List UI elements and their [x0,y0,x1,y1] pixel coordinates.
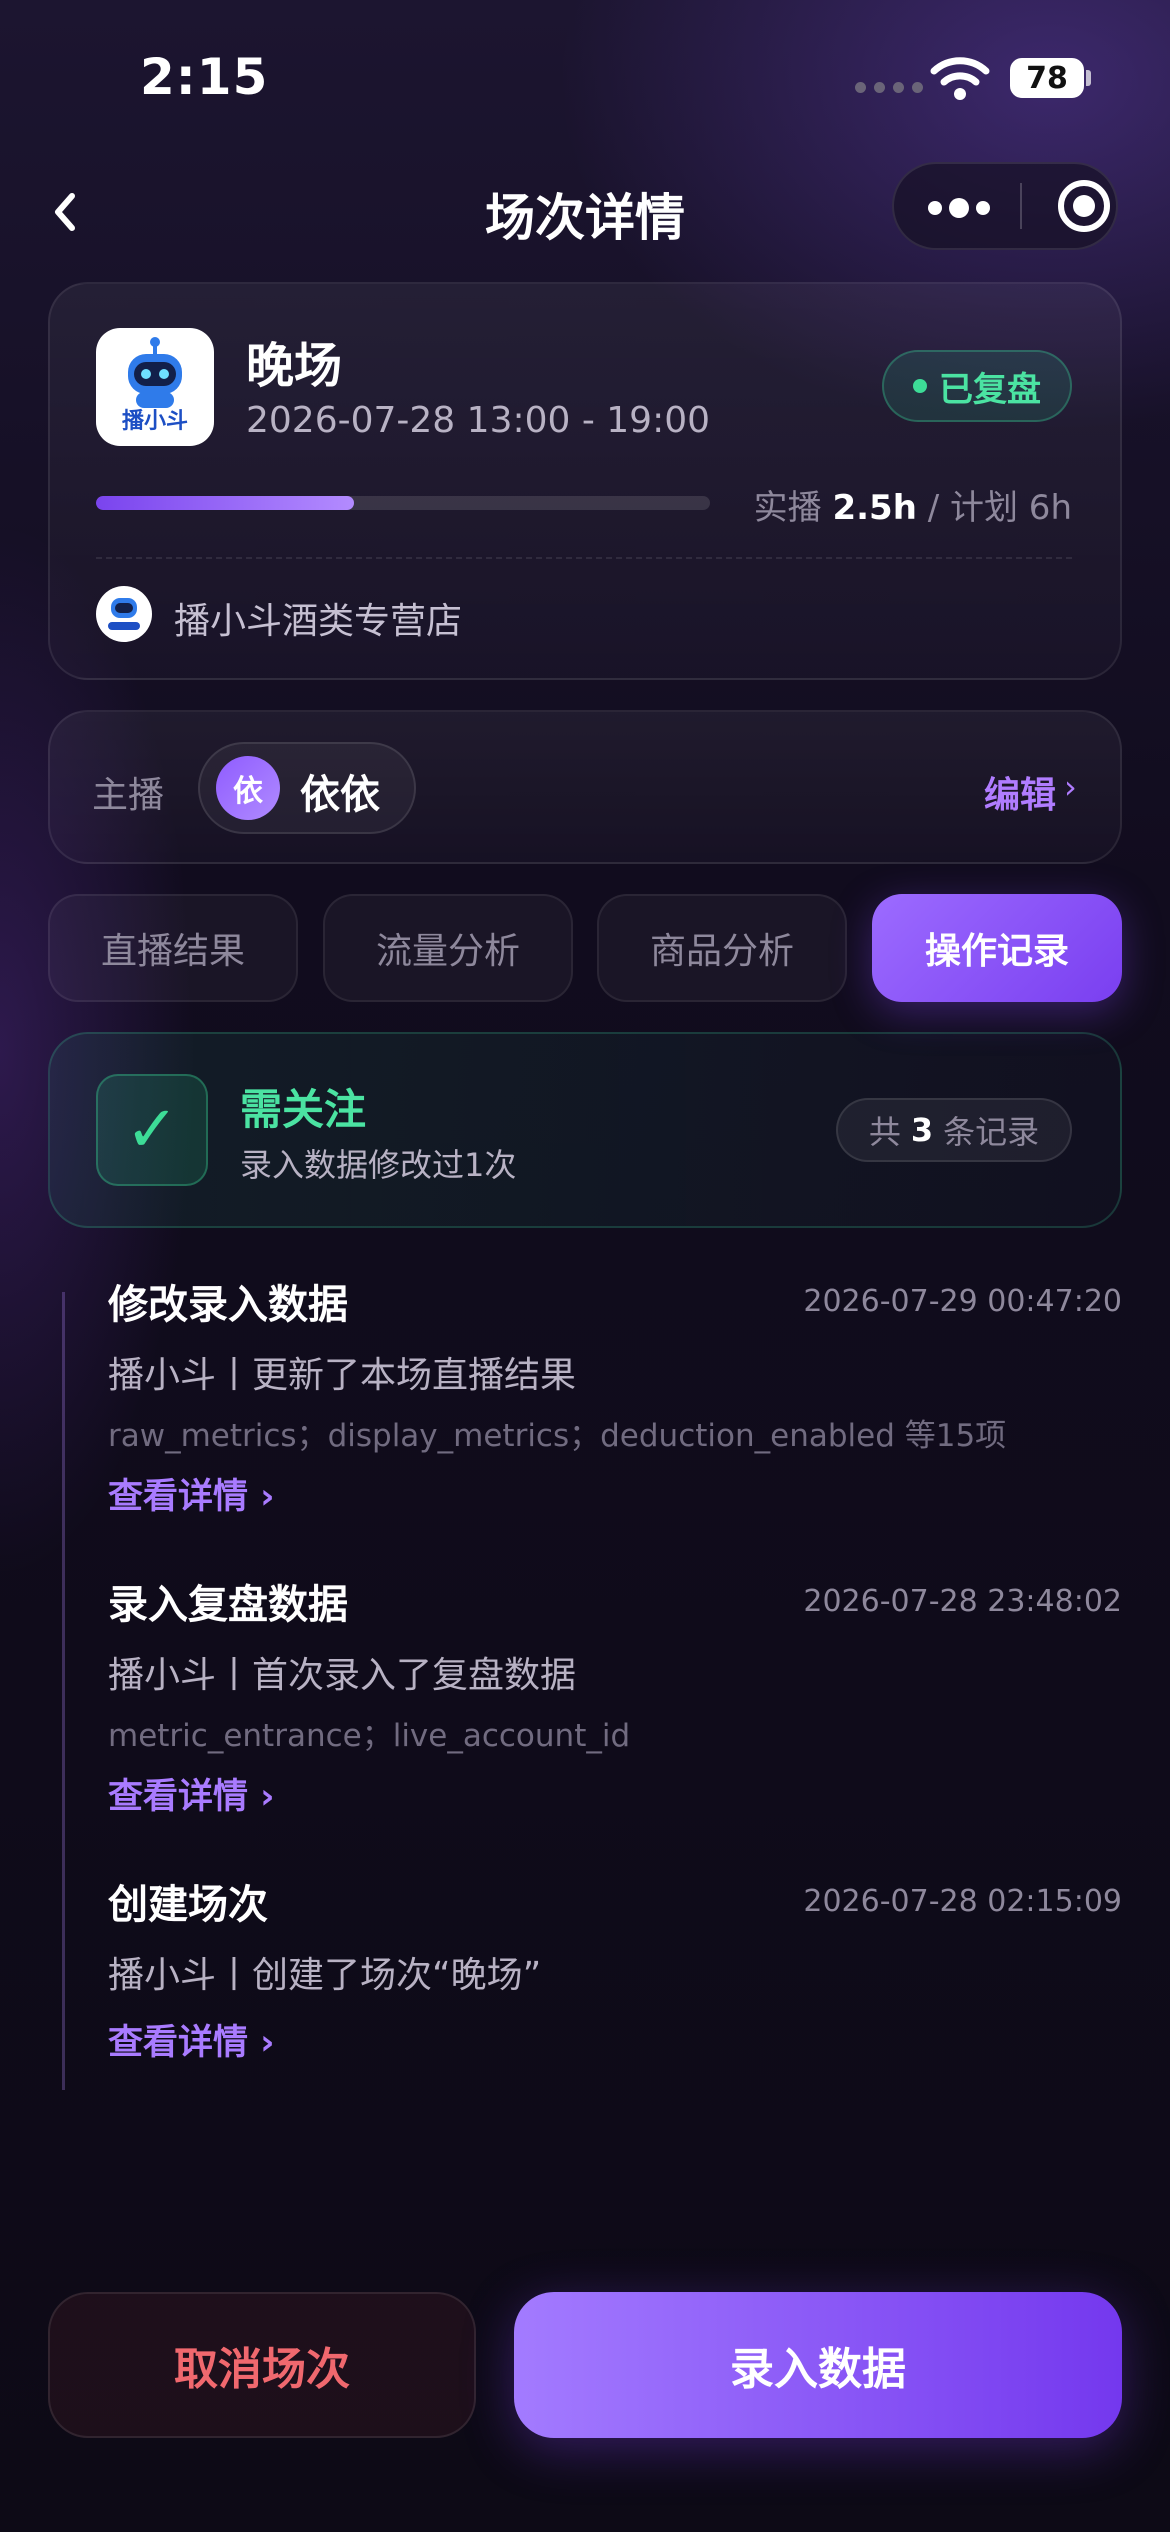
record-fields: metric_entrance；live_account_id [108,1718,631,1754]
svg-text:播小斗: 播小斗 [122,409,188,434]
shop-logo-icon [108,598,140,630]
close-miniprogram-icon[interactable] [1058,180,1110,232]
tab-operation-log[interactable]: 操作记录 [872,894,1122,1002]
view-details-link[interactable]: 查看详情 › [108,1768,275,1819]
record-count-badge: 共 3 条记录 [836,1098,1072,1162]
notice-title: 需关注 [240,1085,367,1134]
duration-divider: / [927,488,940,528]
plan-duration: 计划 6h [950,488,1072,528]
robot-logo-icon: 播小斗 [122,337,188,434]
record-title: 录入复盘数据 [108,1582,348,1628]
status-badge-label: 已复盘 [939,369,1041,410]
tab-traffic-analysis[interactable]: 流量分析 [323,894,573,1002]
record-fields: raw_metrics；display_metrics；deduction_en… [108,1418,1007,1454]
host-avatar: 依 [216,756,280,820]
record-title: 修改录入数据 [108,1282,348,1328]
timeline-line [62,1292,65,2090]
status-time: 2:15 [140,48,269,106]
record-title: 创建场次 [108,1882,268,1928]
notice-subtitle: 录入数据修改过1次 [240,1146,517,1184]
view-details-link[interactable]: 查看详情 › [108,2014,275,2065]
record-time: 2026-07-29 00:47:20 [803,1284,1122,1319]
actual-label: 实播 [753,488,822,528]
live-progress-fill [96,496,354,510]
battery-tip [1086,70,1091,86]
live-duration: 实播 2.5h / 计划 6h [746,480,1072,529]
record-time: 2026-07-28 23:48:02 [803,1584,1122,1619]
shop-name: 播小斗酒类专营店 [174,601,463,642]
status-badge: 已复盘 [882,350,1072,422]
count-suffix: 条记录 [943,1113,1040,1151]
check-icon: ✓ [96,1074,208,1186]
capsule-divider [1020,183,1022,229]
battery-icon: 78 [1010,58,1084,98]
record-desc: 播小斗丨创建了场次“晚场” [108,1955,542,1996]
card-divider [96,557,1072,559]
record-time: 2026-07-28 02:15:09 [803,1884,1122,1919]
battery-level: 78 [1026,60,1068,96]
shop-avatar [96,586,152,642]
record-desc: 播小斗丨更新了本场直播结果 [108,1355,577,1396]
record-count: 3 [910,1111,934,1149]
live-progress-bar [96,496,710,510]
session-name: 晚场 [246,338,343,394]
app-logo: 播小斗 [96,328,214,446]
actual-value: 2.5h [832,488,917,528]
cancel-session-button[interactable]: 取消场次 [48,2292,476,2438]
wifi-icon [930,57,990,100]
tab-product-analysis[interactable]: 商品分析 [597,894,847,1002]
host-label: 主播 [92,775,165,816]
host-name: 依依 [300,772,380,818]
count-prefix: 共 [868,1113,901,1151]
tab-live-result[interactable]: 直播结果 [48,894,298,1002]
record-desc: 播小斗丨首次录入了复盘数据 [108,1655,577,1696]
signal-icon [855,82,923,93]
more-icon[interactable] [928,198,990,218]
session-time-range: 2026-07-28 13:00 - 19:00 [246,400,711,441]
enter-data-button[interactable]: 录入数据 [514,2292,1122,2438]
view-details-link[interactable]: 查看详情 › [108,1468,275,1519]
edit-host-button[interactable]: 编辑 [984,766,1056,818]
chevron-right-icon: › [1064,768,1077,806]
status-dot [913,379,927,393]
